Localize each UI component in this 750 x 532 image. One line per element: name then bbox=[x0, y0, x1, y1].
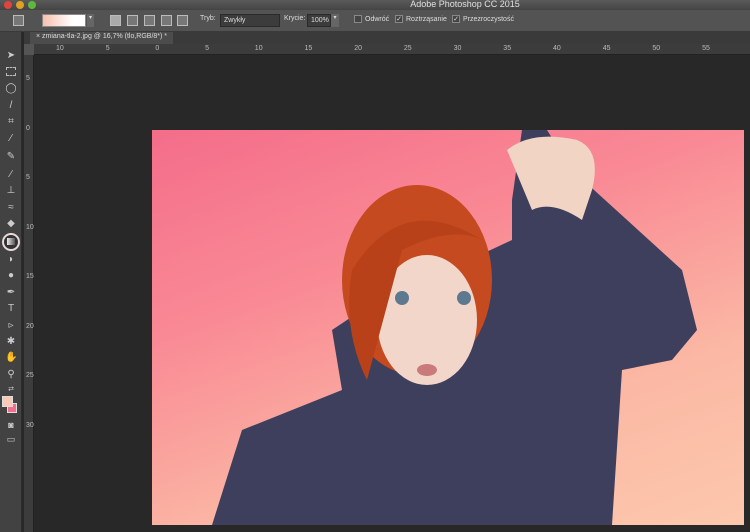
ruler-label: 10 bbox=[56, 45, 64, 52]
ruler-label: 30 bbox=[453, 45, 462, 52]
crop-tool-icon[interactable]: ⌗ bbox=[5, 116, 17, 128]
gradient-tool-preset-icon[interactable] bbox=[13, 15, 24, 26]
eraser-tool-icon[interactable]: ◆ bbox=[5, 218, 17, 230]
brush-tool-icon[interactable]: ∕ bbox=[5, 169, 17, 181]
document-tabs: × zmiana-tla-2.jpg @ 16,7% (tlo,RGB/8*) … bbox=[24, 32, 750, 44]
ruler-origin[interactable] bbox=[24, 44, 34, 55]
title-bar: Adobe Photoshop CC 2015 bbox=[0, 0, 750, 10]
hand-tool-icon[interactable]: ✋ bbox=[5, 352, 17, 364]
document-tab[interactable]: × zmiana-tla-2.jpg @ 16,7% (tlo,RGB/8*) … bbox=[30, 32, 174, 44]
tools-panel: ➤ ◯ / ⌗ ⁄ ✎ ∕ ⊥ ≈ ◆ ◗ ● ✒ T ▹ ✱ ✋ ⚲ ⇄ ◙ … bbox=[0, 32, 22, 532]
gradient-tool-icon[interactable] bbox=[2, 233, 20, 251]
ruler-label: 5 bbox=[205, 45, 209, 52]
path-selection-tool-icon[interactable]: ▹ bbox=[5, 320, 17, 332]
gradient-picker[interactable] bbox=[42, 14, 86, 27]
shape-tool-icon[interactable]: ✱ bbox=[5, 336, 17, 348]
history-brush-tool-icon[interactable]: ≈ bbox=[5, 202, 17, 214]
lips bbox=[417, 364, 437, 376]
checkbox-icon bbox=[354, 15, 362, 23]
ruler-label: 15 bbox=[304, 45, 313, 52]
clone-stamp-tool-icon[interactable]: ⊥ bbox=[5, 185, 17, 197]
radial-gradient-icon[interactable] bbox=[127, 15, 138, 26]
ruler-label: 0 bbox=[26, 124, 30, 132]
checkmark-icon: ✓ bbox=[452, 15, 460, 23]
chevron-down-icon[interactable]: ▾ bbox=[87, 14, 94, 27]
marquee-tool-icon[interactable] bbox=[6, 67, 16, 76]
horizontal-ruler[interactable]: 10 5 0 5 10 15 20 25 30 35 40 45 50 55 bbox=[34, 44, 750, 55]
ruler-label: 10 bbox=[26, 223, 34, 231]
ruler-label: 25 bbox=[26, 372, 34, 379]
document-canvas[interactable] bbox=[152, 130, 744, 525]
vertical-ruler[interactable]: 5 0 5 10 15 20 25 30 bbox=[24, 55, 34, 532]
transparency-checkbox[interactable]: ✓ Przezroczystość bbox=[452, 15, 514, 28]
ruler-label: 35 bbox=[503, 45, 512, 52]
opacity-input[interactable]: 100% bbox=[307, 14, 331, 27]
swap-colors-icon[interactable]: ⇄ bbox=[5, 384, 17, 396]
window-title: Adobe Photoshop CC 2015 bbox=[410, 0, 520, 9]
dodge-tool-icon[interactable]: ● bbox=[5, 270, 17, 282]
ruler-label: 0 bbox=[155, 45, 160, 52]
healing-brush-tool-icon[interactable]: ✎ bbox=[5, 151, 17, 163]
ruler-label: 45 bbox=[602, 45, 611, 52]
quick-mask-icon[interactable]: ◙ bbox=[5, 419, 17, 431]
ruler-label: 20 bbox=[26, 322, 34, 330]
ruler-label: 50 bbox=[652, 45, 661, 52]
ruler-label: 20 bbox=[354, 45, 362, 52]
mode-select[interactable]: Zwykły bbox=[220, 14, 280, 27]
angle-gradient-icon[interactable] bbox=[144, 15, 155, 26]
dither-checkbox[interactable]: ✓ Roztrząsanie bbox=[395, 15, 447, 28]
reverse-checkbox[interactable]: Odwróć bbox=[354, 15, 389, 28]
eye-right bbox=[457, 291, 471, 305]
foreground-color-swatch[interactable] bbox=[2, 396, 13, 407]
move-tool-icon[interactable]: ➤ bbox=[5, 50, 17, 62]
eye-left bbox=[395, 291, 409, 305]
ruler-label: 30 bbox=[26, 421, 34, 429]
opacity-dropdown[interactable]: ▾ bbox=[331, 14, 339, 27]
type-tool-icon[interactable]: T bbox=[5, 303, 17, 315]
ruler-label: 25 bbox=[403, 45, 412, 52]
options-bar: ▾ Tryb: Zwykły Krycie: 100% ▾ Odwróć ✓ Ro… bbox=[0, 10, 750, 32]
opacity-label: Krycie: bbox=[284, 15, 306, 22]
blur-tool-icon[interactable]: ◗ bbox=[5, 254, 17, 266]
ruler-label: 15 bbox=[26, 273, 34, 280]
zoom-tool-icon[interactable]: ⚲ bbox=[5, 369, 17, 381]
ruler-label: 40 bbox=[553, 45, 561, 52]
diamond-gradient-icon[interactable] bbox=[177, 15, 188, 26]
photo-woman-red-hair bbox=[212, 130, 697, 525]
reflected-gradient-icon[interactable] bbox=[161, 15, 172, 26]
ruler-label: 10 bbox=[254, 45, 263, 52]
screen-mode-icon[interactable]: ▭ bbox=[5, 433, 17, 445]
pen-tool-icon[interactable]: ✒ bbox=[5, 287, 17, 299]
eyedropper-tool-icon[interactable]: ⁄ bbox=[5, 133, 17, 145]
quick-selection-tool-icon[interactable]: / bbox=[5, 100, 17, 112]
ruler-label: 5 bbox=[105, 45, 110, 52]
checkmark-icon: ✓ bbox=[395, 15, 403, 23]
linear-gradient-icon[interactable] bbox=[110, 15, 121, 26]
ruler-label: 5 bbox=[26, 174, 30, 181]
ruler-label: 5 bbox=[26, 75, 30, 82]
lasso-tool-icon[interactable]: ◯ bbox=[5, 83, 17, 95]
ruler-label: 55 bbox=[702, 45, 710, 52]
mode-label: Tryb: bbox=[200, 15, 216, 22]
